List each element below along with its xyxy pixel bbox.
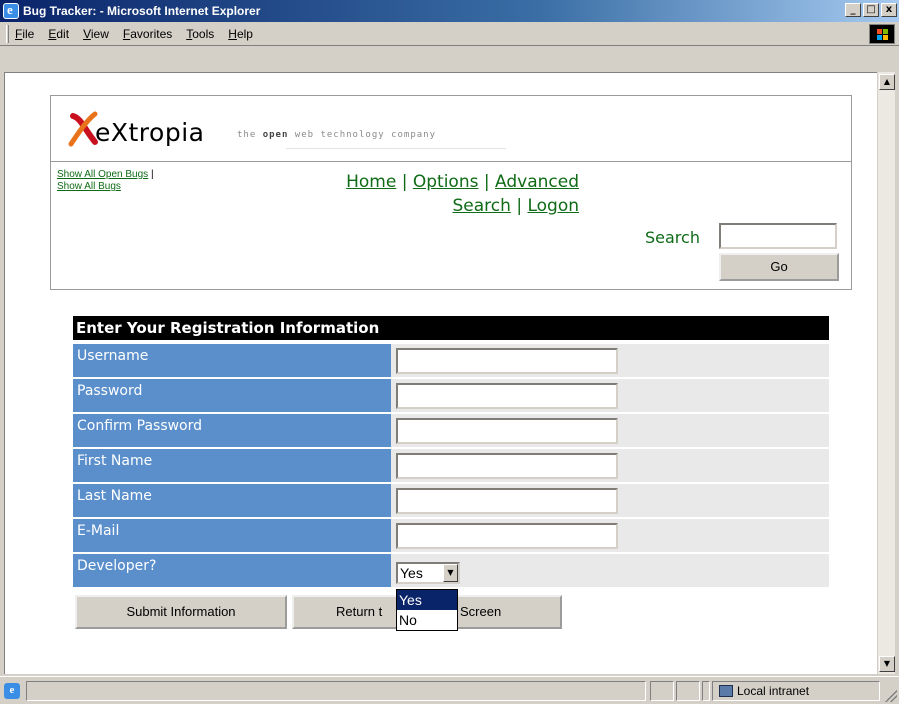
main-nav: Home | Options | Advanced Search | Logon: [309, 170, 579, 218]
confirm-password-field[interactable]: [396, 418, 618, 444]
nav-row: Show All Open Bugs | Show All Bugs Home …: [51, 162, 851, 290]
password-label: Password: [73, 379, 391, 412]
arrow-up-icon[interactable]: ▲: [879, 74, 895, 90]
nav-separator: |: [483, 172, 490, 192]
first-name-field[interactable]: [396, 453, 618, 479]
dropdown-option-yes[interactable]: Yes: [397, 590, 457, 610]
logo-tagline: the open web technology company: [237, 130, 436, 140]
page-viewport: eXtropia the open web technology company…: [4, 72, 877, 674]
last-name-field[interactable]: [396, 488, 618, 514]
submit-information-button[interactable]: Submit Information: [75, 595, 287, 629]
password-field[interactable]: [396, 383, 618, 409]
logo-row: eXtropia the open web technology company: [51, 96, 851, 162]
menu-favorites[interactable]: Favorites: [123, 27, 172, 41]
email-label: E-Mail: [73, 519, 391, 552]
form-row-last-name: Last Name: [73, 484, 829, 517]
search-input[interactable]: [719, 223, 837, 249]
ie-icon: [3, 2, 19, 19]
title-bar: Bug Tracker: - Microsoft Internet Explor…: [0, 0, 899, 22]
nav-advanced-search-link-2[interactable]: Search: [453, 196, 511, 216]
developer-label: Developer?: [73, 554, 391, 587]
nav-separator: |: [516, 196, 523, 216]
nav-separator: |: [401, 172, 408, 192]
windows-logo-icon: [869, 24, 895, 44]
nav-home-link[interactable]: Home: [346, 172, 396, 192]
form-row-email: E-Mail: [73, 519, 829, 552]
chevron-down-icon[interactable]: ▼: [443, 564, 458, 582]
side-links-separator: |: [150, 169, 154, 180]
maximize-button[interactable]: □: [863, 3, 879, 17]
menu-tools[interactable]: Tools: [186, 27, 214, 41]
dropdown-option-no[interactable]: No: [397, 610, 457, 630]
window-title: Bug Tracker: - Microsoft Internet Explor…: [23, 4, 261, 18]
tagline-bold: open: [262, 130, 289, 140]
show-open-bugs-link[interactable]: Show All Open Bugs: [57, 169, 148, 180]
minimize-button[interactable]: _: [845, 3, 861, 17]
username-field[interactable]: [396, 348, 618, 374]
site-header: eXtropia the open web technology company…: [50, 95, 852, 290]
tagline-rule: [286, 148, 506, 149]
menu-file[interactable]: File: [15, 27, 34, 41]
form-row-password: Password: [73, 379, 829, 412]
form-row-username: Username: [73, 344, 829, 377]
return-button-label-start: Return t: [336, 604, 383, 619]
search-label: Search: [645, 228, 700, 247]
status-cell: [650, 681, 674, 701]
show-all-bugs-link[interactable]: Show All Bugs: [57, 181, 121, 192]
menu-grip[interactable]: [6, 24, 9, 43]
form-row-developer: Developer? Yes ▼: [73, 554, 829, 587]
menu-view[interactable]: View: [83, 27, 109, 41]
form-row-first-name: First Name: [73, 449, 829, 482]
nav-advanced-search-link[interactable]: Advanced: [495, 172, 579, 192]
local-intranet-icon: [719, 685, 733, 697]
tagline-pre: the: [237, 130, 263, 140]
page-done-icon: e: [4, 683, 20, 699]
status-text-area: [26, 681, 646, 701]
zone-text: Local intranet: [737, 684, 810, 698]
status-bar: e Local intranet: [0, 676, 899, 704]
developer-select[interactable]: Yes ▼: [396, 562, 460, 584]
first-name-label: First Name: [73, 449, 391, 482]
vertical-scrollbar[interactable]: ▲ ▼: [877, 72, 895, 674]
side-links: Show All Open Bugs | Show All Bugs: [57, 169, 154, 193]
resize-grip-icon[interactable]: [885, 690, 897, 702]
form-header: Enter Your Registration Information: [73, 316, 829, 340]
developer-dropdown-list: Yes No: [396, 589, 458, 631]
username-label: Username: [73, 344, 391, 377]
window-controls: _ □ x: [845, 3, 897, 17]
arrow-down-icon[interactable]: ▼: [879, 656, 895, 672]
go-button[interactable]: Go: [719, 253, 839, 281]
close-button[interactable]: x: [881, 3, 897, 17]
last-name-label: Last Name: [73, 484, 391, 517]
email-field[interactable]: [396, 523, 618, 549]
tagline-post: web technology company: [288, 130, 436, 140]
developer-selected-value: Yes: [400, 565, 423, 581]
logo-text: eXtropia: [95, 118, 205, 147]
form-row-confirm-password: Confirm Password: [73, 414, 829, 447]
menu-edit[interactable]: Edit: [48, 27, 69, 41]
confirm-password-label: Confirm Password: [73, 414, 391, 447]
return-button-label-end: Screen: [460, 604, 502, 619]
menu-help[interactable]: Help: [228, 27, 253, 41]
status-cell: [676, 681, 700, 701]
nav-logon-link[interactable]: Logon: [527, 196, 579, 216]
status-cell: [702, 681, 710, 701]
nav-options-link[interactable]: Options: [413, 172, 479, 192]
menu-bar: File Edit View Favorites Tools Help: [0, 22, 899, 46]
zone-panel: Local intranet: [712, 681, 880, 701]
